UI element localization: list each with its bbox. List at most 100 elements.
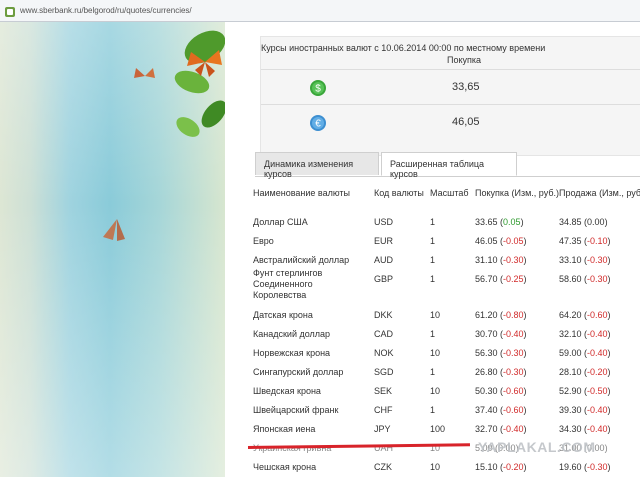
sell-change: 0.00 xyxy=(587,217,605,227)
currency-name: Датская крона xyxy=(253,310,313,320)
currency-name: Шведская крона xyxy=(253,386,321,396)
buy-value: 56.70 xyxy=(475,274,498,284)
buy-cell: 15.10 (-0.20) xyxy=(475,462,527,472)
currency-code: CHF xyxy=(374,405,393,415)
sell-value: 28.10 xyxy=(559,367,582,377)
sell-change: -0.30 xyxy=(587,274,608,284)
sell-cell: 39.30 (-0.40) xyxy=(559,405,611,415)
leaves-butterflies-illustration xyxy=(103,30,225,241)
buy-change: -0.60 xyxy=(503,405,524,415)
buy-change: -0.40 xyxy=(503,424,524,434)
currency-code: SGD xyxy=(374,367,394,377)
buy-value: 15.10 xyxy=(475,462,498,472)
col-buy: Покупка (Изм., руб.) xyxy=(475,188,559,198)
euro-coin-icon: € xyxy=(310,115,326,131)
sell-value: 19.60 xyxy=(559,462,582,472)
buy-value: 31.10 xyxy=(475,255,498,265)
currency-scale: 1 xyxy=(430,255,436,265)
buy-value: 61.20 xyxy=(475,310,498,320)
current-rates-box: Курсы иностранных валют с 10.06.2014 00:… xyxy=(260,36,640,156)
currency-scale: 100 xyxy=(430,424,446,434)
buy-value: 50.30 xyxy=(475,386,498,396)
buy-change: -0.25 xyxy=(503,274,524,284)
currency-code: GBP xyxy=(374,274,394,284)
sell-value: 58.60 xyxy=(559,274,582,284)
sell-cell: 64.20 (-0.60) xyxy=(559,310,611,320)
currency-code: EUR xyxy=(374,236,394,246)
sell-value: 39.30 xyxy=(559,405,582,415)
col-scale: Масштаб xyxy=(430,188,469,198)
buy-cell: 30.70 (-0.40) xyxy=(475,329,527,339)
sell-cell: 47.35 (-0.10) xyxy=(559,236,611,246)
sell-change: -0.40 xyxy=(587,348,608,358)
buy-value: 33.65 xyxy=(475,217,498,227)
buy-cell: 61.20 (-0.80) xyxy=(475,310,527,320)
sell-cell: 34.85 (0.00) xyxy=(559,217,608,227)
buy-value: 56.30 xyxy=(475,348,498,358)
currency-scale: 1 xyxy=(430,329,436,339)
col-code: Код валюты xyxy=(374,188,424,198)
currency-scale: 1 xyxy=(430,236,436,246)
buy-change: -0.30 xyxy=(503,367,524,377)
buy-value: 37.40 xyxy=(475,405,498,415)
sell-change: -0.20 xyxy=(587,367,608,377)
buy-value: 30.70 xyxy=(475,329,498,339)
currency-scale: 1 xyxy=(430,367,436,377)
currency-code: DKK xyxy=(374,310,393,320)
buy-cell: 33.65 (0.05) xyxy=(475,217,524,227)
currency-name: Норвежская крона xyxy=(253,348,331,358)
currency-code: AUD xyxy=(374,255,394,265)
rate-row-eur: € 46,05 xyxy=(261,104,640,139)
url-text[interactable]: www.sberbank.ru/belgorod/ru/quotes/curre… xyxy=(20,6,192,15)
sell-cell: 19.60 (-0.30) xyxy=(559,462,611,472)
main-content: Курсы иностранных валют с 10.06.2014 00:… xyxy=(225,22,640,477)
currency-scale: 10 xyxy=(430,462,441,472)
buy-change: -0.20 xyxy=(503,462,524,472)
buy-cell: 32.70 (-0.40) xyxy=(475,424,527,434)
currency-name: Швейцарский франк xyxy=(253,405,339,415)
sell-value: 52.90 xyxy=(559,386,582,396)
browser-address-bar[interactable]: www.sberbank.ru/belgorod/ru/quotes/curre… xyxy=(0,0,640,22)
sell-cell: 52.90 (-0.50) xyxy=(559,386,611,396)
currency-scale: 1 xyxy=(430,274,436,284)
buy-cell: 56.30 (-0.30) xyxy=(475,348,527,358)
buy-change: -0.60 xyxy=(503,386,524,396)
tab-extended-table[interactable]: Расширенная таблица курсов xyxy=(381,152,517,179)
buy-cell: 46.05 (-0.05) xyxy=(475,236,527,246)
svg-text:$: $ xyxy=(315,84,321,95)
buy-cell: 31.10 (-0.30) xyxy=(475,255,527,265)
svg-text:€: € xyxy=(315,119,321,130)
sell-cell: 33.10 (-0.30) xyxy=(559,255,611,265)
rate-value: 33,65 xyxy=(452,81,480,93)
buy-cell: 26.80 (-0.30) xyxy=(475,367,527,377)
buy-value: 46.05 xyxy=(475,236,498,246)
currency-name: Австралийский доллар xyxy=(253,255,350,265)
sell-change: -0.50 xyxy=(587,386,608,396)
sell-cell: 34.30 (-0.40) xyxy=(559,424,611,434)
sell-change: -0.30 xyxy=(587,255,608,265)
buy-change: 0.05 xyxy=(503,217,521,227)
currency-code: JPY xyxy=(374,424,391,434)
currency-code: SEK xyxy=(374,386,393,396)
currency-scale: 1 xyxy=(430,405,436,415)
currency-code: CAD xyxy=(374,329,394,339)
sell-cell: 58.60 (-0.30) xyxy=(559,274,611,284)
page-icon xyxy=(4,5,16,17)
sell-cell: 59.00 (-0.40) xyxy=(559,348,611,358)
tab-bar: Динамика изменения курсов Расширенная та… xyxy=(255,152,640,179)
col-sell: Продажа (Изм., руб.) xyxy=(559,188,640,198)
currency-scale: 10 xyxy=(430,310,441,320)
rate-row-usd: $ 33,65 xyxy=(261,69,640,104)
table-header: Наименование валюты Код валюты Масштаб П… xyxy=(253,188,640,200)
tab-rate-dynamics[interactable]: Динамика изменения курсов xyxy=(255,152,379,179)
sell-cell: 32.10 (-0.40) xyxy=(559,329,611,339)
sell-value: 47.35 xyxy=(559,236,582,246)
buy-change: -0.05 xyxy=(503,236,524,246)
sell-change: -0.10 xyxy=(587,236,608,246)
sell-change: -0.60 xyxy=(587,310,608,320)
buy-change: -0.30 xyxy=(503,255,524,265)
buy-column-header: Покупка xyxy=(447,55,482,65)
sell-value: 64.20 xyxy=(559,310,582,320)
buy-value: 32.70 xyxy=(475,424,498,434)
rates-header: Курсы иностранных валют с 10.06.2014 00:… xyxy=(261,43,546,53)
